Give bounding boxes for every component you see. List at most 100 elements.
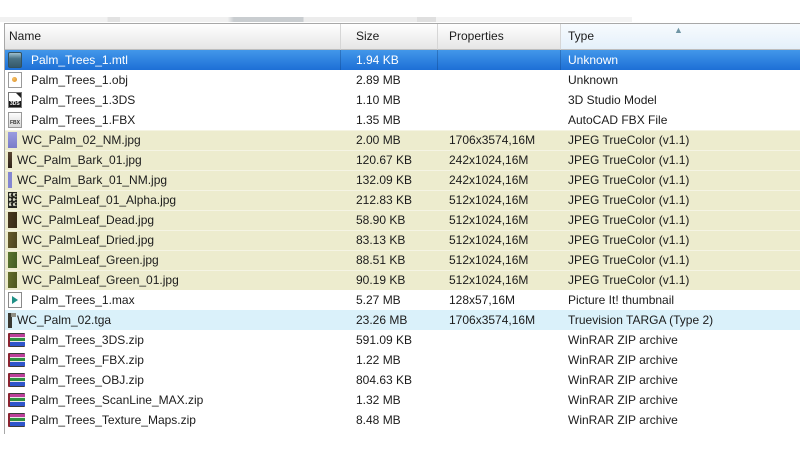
file-name: WC_Palm_02.tga [17,310,111,330]
file-row[interactable]: WC_Palm_02.tga 23.26 MB 1706x3574,16M Tr… [5,310,800,330]
file-size: 23.26 MB [341,310,438,330]
sort-ascending-icon: ▲ [674,24,683,43]
column-header-name[interactable]: Name [5,24,341,50]
file-name-cell: Palm_Trees_FBX.zip [5,350,341,370]
file-type: WinRAR ZIP archive [561,350,800,370]
file-row[interactable]: WC_PalmLeaf_Green_01.jpg 90.19 KB 512x10… [5,270,800,290]
file-size: 120.67 KB [341,150,438,170]
file-size: 1.35 MB [341,110,438,130]
file-type: Picture It! thumbnail [561,290,800,310]
file-size: 212.83 KB [341,190,438,210]
thumb-green01-icon [8,272,17,288]
file-size: 591.09 KB [341,330,438,350]
file-name-cell: WC_PalmLeaf_Green_01.jpg [5,270,341,290]
file-properties [438,390,561,410]
file-size: 8.48 MB [341,410,438,430]
fbx-file-icon [8,112,22,128]
file-row[interactable]: Palm_Trees_FBX.zip 1.22 MB WinRAR ZIP ar… [5,350,800,370]
column-header-type[interactable]: Type ▲ [561,24,800,50]
file-properties [438,110,561,130]
file-size: 1.10 MB [341,90,438,110]
file-name: WC_PalmLeaf_Dead.jpg [22,210,154,230]
file-type: Truevision TARGA (Type 2) [561,310,800,330]
file-name: Palm_Trees_3DS.zip [31,330,144,350]
tga-thumb-icon [8,313,12,328]
file-size: 88.51 KB [341,250,438,270]
file-row[interactable]: WC_PalmLeaf_Dead.jpg 58.90 KB 512x1024,1… [5,210,800,230]
file-type: WinRAR ZIP archive [561,410,800,430]
winrar-zip-icon [8,373,25,387]
column-header-properties[interactable]: Properties [438,24,561,50]
file-type: WinRAR ZIP archive [561,330,800,350]
file-name-cell: Palm_Trees_1.3DS [5,90,341,110]
thumb-dead-icon [8,212,17,228]
file-properties: 242x1024,16M [438,170,561,190]
file-name: Palm_Trees_Texture_Maps.zip [31,410,196,430]
file-name-cell: WC_Palm_02.tga [5,310,341,330]
file-row[interactable]: WC_PalmLeaf_Green.jpg 88.51 KB 512x1024,… [5,250,800,270]
file-row[interactable]: Palm_Trees_1.max 5.27 MB 128x57,16M Pict… [5,290,800,310]
file-name-cell: Palm_Trees_1.obj [5,70,341,90]
file-name-cell: WC_PalmLeaf_Dead.jpg [5,210,341,230]
file-size: 1.22 MB [341,350,438,370]
file-name: Palm_Trees_FBX.zip [31,350,144,370]
file-type: Unknown [561,70,800,90]
column-header-row: Name Size Properties Type ▲ [5,24,800,50]
file-row[interactable]: Palm_Trees_Texture_Maps.zip 8.48 MB WinR… [5,410,800,430]
file-properties [438,70,561,90]
file-name: Palm_Trees_1.mtl [31,50,128,70]
file-name-cell: WC_Palm_Bark_01.jpg [5,150,341,170]
file-type: JPEG TrueColor (v1.1) [561,170,800,190]
file-name: Palm_Trees_OBJ.zip [31,370,144,390]
file-name-cell: Palm_Trees_1.mtl [5,50,341,70]
thumb-green-icon [8,252,17,268]
file-row[interactable]: Palm_Trees_1.mtl 1.94 KB Unknown [5,50,800,70]
file-list-body: Palm_Trees_1.mtl 1.94 KB Unknown Palm_Tr… [5,50,800,430]
file-size: 1.94 KB [341,50,438,70]
file-name-cell: Palm_Trees_3DS.zip [5,330,341,350]
file-row[interactable]: WC_PalmLeaf_Dried.jpg 83.13 KB 512x1024,… [5,230,800,250]
file-type: JPEG TrueColor (v1.1) [561,150,800,170]
file-size: 90.19 KB [341,270,438,290]
file-properties [438,50,561,70]
file-properties: 128x57,16M [438,290,561,310]
file-row[interactable]: WC_Palm_Bark_01.jpg 120.67 KB 242x1024,1… [5,150,800,170]
file-name-cell: Palm_Trees_OBJ.zip [5,370,341,390]
window-edge-artifact [0,17,632,22]
file-row[interactable]: Palm_Trees_ScanLine_MAX.zip 1.32 MB WinR… [5,390,800,410]
file-name-cell: WC_PalmLeaf_Green.jpg [5,250,341,270]
winrar-zip-icon [8,413,25,427]
file-name: Palm_Trees_1.FBX [31,110,135,130]
file-row[interactable]: Palm_Trees_3DS.zip 591.09 KB WinRAR ZIP … [5,330,800,350]
file-properties: 512x1024,16M [438,270,561,290]
winrar-zip-icon [8,333,25,347]
file-row[interactable]: WC_Palm_02_NM.jpg 2.00 MB 1706x3574,16M … [5,130,800,150]
thumb-violet-wide-icon [8,132,17,148]
file-properties [438,370,561,390]
file-list-panel: Name Size Properties Type ▲ Palm_Trees_1… [4,23,800,434]
max-file-icon [8,292,22,308]
thumb-dried-icon [8,232,17,248]
file-size: 2.00 MB [341,130,438,150]
file-name-cell: Palm_Trees_1.FBX [5,110,341,130]
file-name: WC_PalmLeaf_Dried.jpg [22,230,154,250]
file-type: JPEG TrueColor (v1.1) [561,130,800,150]
file-row[interactable]: Palm_Trees_1.FBX 1.35 MB AutoCAD FBX Fil… [5,110,800,130]
column-header-size[interactable]: Size [341,24,438,50]
file-row[interactable]: WC_Palm_Bark_01_NM.jpg 132.09 KB 242x102… [5,170,800,190]
file-row[interactable]: Palm_Trees_OBJ.zip 804.63 KB WinRAR ZIP … [5,370,800,390]
file-properties: 512x1024,16M [438,230,561,250]
file-row[interactable]: Palm_Trees_1.3DS 1.10 MB 3D Studio Model [5,90,800,110]
thumb-bark-icon [8,152,12,168]
file-type: AutoCAD FBX File [561,110,800,130]
file-row[interactable]: WC_PalmLeaf_01_Alpha.jpg 212.83 KB 512x1… [5,190,800,210]
file-name: WC_Palm_02_NM.jpg [22,130,141,150]
file-name-cell: Palm_Trees_ScanLine_MAX.zip [5,390,341,410]
file-size: 804.63 KB [341,370,438,390]
file-name: Palm_Trees_1.3DS [31,90,135,110]
file-properties: 242x1024,16M [438,150,561,170]
file-name-cell: WC_PalmLeaf_Dried.jpg [5,230,341,250]
file-name: Palm_Trees_1.obj [31,70,128,90]
file-row[interactable]: Palm_Trees_1.obj 2.89 MB Unknown [5,70,800,90]
file-properties: 512x1024,16M [438,210,561,230]
